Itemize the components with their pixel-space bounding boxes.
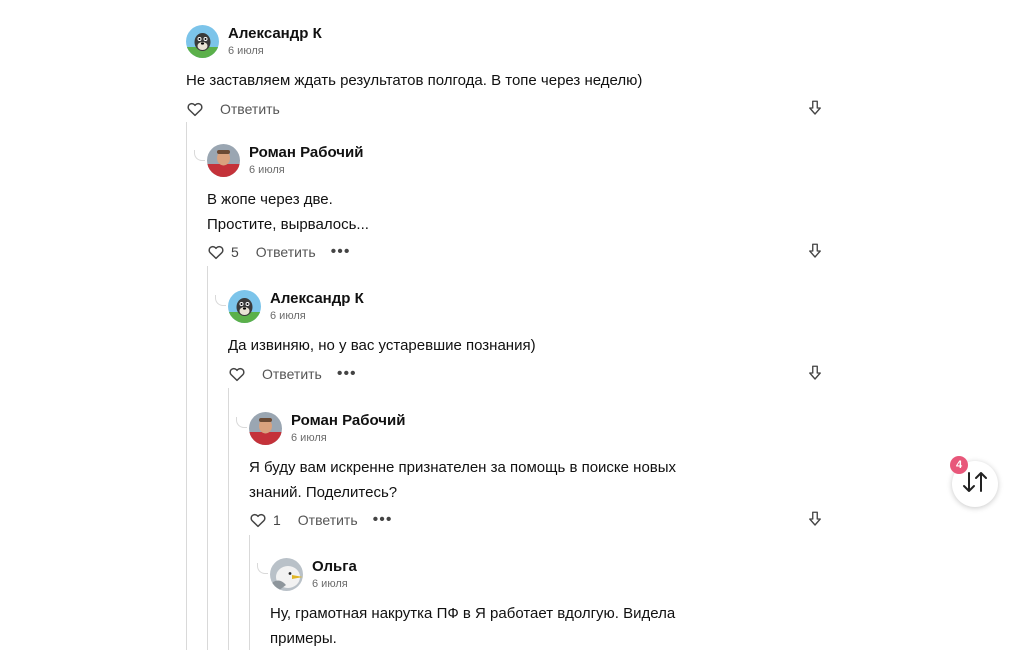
author-name[interactable]: Роман Рабочий bbox=[249, 144, 363, 162]
comment-actions: Ответить bbox=[186, 99, 824, 119]
arrow-down-icon[interactable] bbox=[806, 510, 824, 528]
reply-button[interactable]: Ответить bbox=[262, 366, 322, 382]
comment-text: Я буду вам искренне признателен за помощ… bbox=[249, 459, 677, 501]
comment-thread: Александр К 6 июля Не заставляем ждать р… bbox=[0, 0, 1016, 650]
like-count: 5 bbox=[231, 244, 239, 260]
reply-button[interactable]: Ответить bbox=[220, 101, 280, 117]
comment: Роман Рабочий 6 июля В жопе через две. П… bbox=[207, 143, 824, 237]
avatar[interactable] bbox=[207, 143, 240, 177]
comment: Александр К 6 июля Да извиняю, но у вас … bbox=[228, 289, 824, 358]
comment-text: Не заставляем ждать результатов полгода.… bbox=[186, 72, 643, 89]
author-name[interactable]: Александр К bbox=[228, 25, 322, 43]
author-name[interactable]: Александр К bbox=[270, 290, 364, 308]
author-name[interactable]: Роман Рабочий bbox=[291, 412, 405, 430]
notification-badge: 4 bbox=[950, 456, 968, 474]
comment-date: 6 июля bbox=[312, 577, 348, 590]
avatar[interactable] bbox=[228, 289, 261, 323]
arrow-down-icon[interactable] bbox=[806, 242, 824, 260]
thread-line bbox=[186, 122, 187, 650]
comment-text: Да извиняю, но у вас устаревшие познания… bbox=[228, 337, 536, 354]
comment-actions: 1 Ответить ••• bbox=[249, 510, 824, 530]
more-options-icon[interactable]: ••• bbox=[331, 242, 351, 262]
comment-date: 6 июля bbox=[228, 44, 264, 57]
comment-date: 6 июля bbox=[270, 309, 306, 322]
thread-hook bbox=[236, 417, 247, 428]
comment: Александр К 6 июля Не заставляем ждать р… bbox=[186, 24, 824, 93]
comment: Роман Рабочий 6 июля Я буду вам искренне… bbox=[249, 411, 824, 505]
avatar[interactable] bbox=[186, 24, 219, 58]
avatar[interactable] bbox=[249, 411, 282, 445]
arrow-down-icon[interactable] bbox=[806, 364, 824, 382]
heart-icon[interactable] bbox=[186, 100, 204, 118]
thread-line bbox=[207, 266, 208, 650]
like-count: 1 bbox=[273, 512, 281, 528]
avatar[interactable] bbox=[270, 557, 303, 591]
heart-icon[interactable] bbox=[228, 365, 246, 383]
comment-text: Ну, грамотная накрутка ПФ в Я работает в… bbox=[270, 605, 676, 647]
heart-icon[interactable] bbox=[207, 243, 225, 261]
thread-line bbox=[249, 535, 250, 650]
reply-button[interactable]: Ответить bbox=[298, 512, 358, 528]
comment-actions: Ответить ••• bbox=[228, 364, 824, 384]
comment-date: 6 июля bbox=[249, 163, 285, 176]
sort-arrows-icon bbox=[961, 471, 989, 498]
thread-hook bbox=[194, 150, 205, 161]
heart-icon[interactable] bbox=[249, 511, 267, 529]
comment: Ольга 6 июля Ну, грамотная накрутка ПФ в… bbox=[270, 557, 824, 651]
arrow-down-icon[interactable] bbox=[806, 99, 824, 117]
thread-line bbox=[228, 388, 229, 650]
comment-date: 6 июля bbox=[291, 431, 327, 444]
thread-hook bbox=[215, 295, 226, 306]
more-options-icon[interactable]: ••• bbox=[337, 364, 357, 384]
comment-actions: 5 Ответить ••• bbox=[207, 242, 824, 262]
author-name[interactable]: Ольга bbox=[312, 558, 357, 576]
reply-button[interactable]: Ответить bbox=[256, 244, 316, 260]
comment-text: В жопе через две. Простите, вырвалось... bbox=[207, 191, 369, 233]
thread-hook bbox=[257, 563, 268, 574]
more-options-icon[interactable]: ••• bbox=[373, 510, 393, 530]
